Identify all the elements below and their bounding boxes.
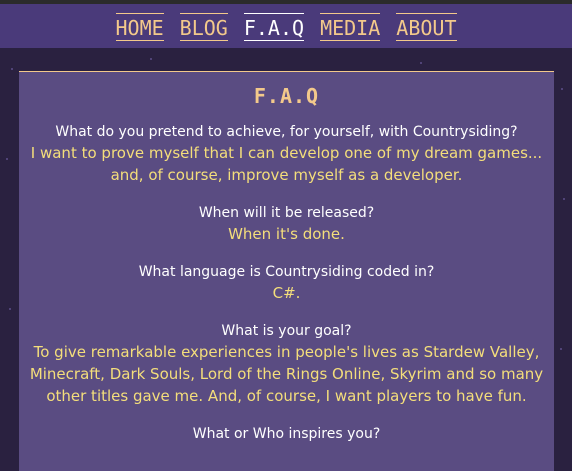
faq-entry: What language is Countrysiding coded in?… xyxy=(19,262,554,304)
faq-question: What do you pretend to achieve, for your… xyxy=(55,124,518,140)
nav-media-link[interactable]: MEDIA xyxy=(320,13,381,41)
star-decoration xyxy=(560,348,562,350)
faq-entry: What or Who inspires you? xyxy=(19,424,554,444)
nav-about-link[interactable]: ABOUT xyxy=(396,13,457,41)
star-decoration xyxy=(420,62,422,64)
star-decoration xyxy=(150,58,152,60)
star-decoration xyxy=(6,158,8,160)
faq-entry: What do you pretend to achieve, for your… xyxy=(19,122,554,186)
faq-entry: When will it be released? When it's done… xyxy=(19,203,554,245)
nav-home-link[interactable]: HOME xyxy=(115,13,164,41)
page-title: F.A.Q xyxy=(253,84,320,108)
faq-answer: To give remarkable experiences in people… xyxy=(29,343,544,405)
faq-question: What or Who inspires you? xyxy=(192,426,381,442)
faq-question: What language is Countrysiding coded in? xyxy=(138,264,435,280)
star-decoration xyxy=(11,68,13,70)
faq-question: When will it be released? xyxy=(198,205,375,221)
star-decoration xyxy=(563,198,565,200)
star-decoration xyxy=(9,308,11,310)
faq-answer: C#. xyxy=(272,284,301,302)
faq-answer: I want to prove myself that I can develo… xyxy=(30,144,543,184)
faq-panel: F.A.Q What do you pretend to achieve, fo… xyxy=(19,71,554,471)
nav-faq-link[interactable]: F.A.Q xyxy=(243,13,305,41)
faq-entry: What is your goal? To give remarkable ex… xyxy=(19,321,554,407)
faq-question: What is your goal? xyxy=(221,323,352,339)
top-navigation-bar: HOME BLOG F.A.Q MEDIA ABOUT xyxy=(0,0,572,48)
star-decoration xyxy=(561,88,563,90)
nav-blog-link[interactable]: BLOG xyxy=(179,13,228,41)
main-nav: HOME BLOG F.A.Q MEDIA ABOUT xyxy=(0,13,572,41)
faq-answer: When it's done. xyxy=(228,225,345,243)
